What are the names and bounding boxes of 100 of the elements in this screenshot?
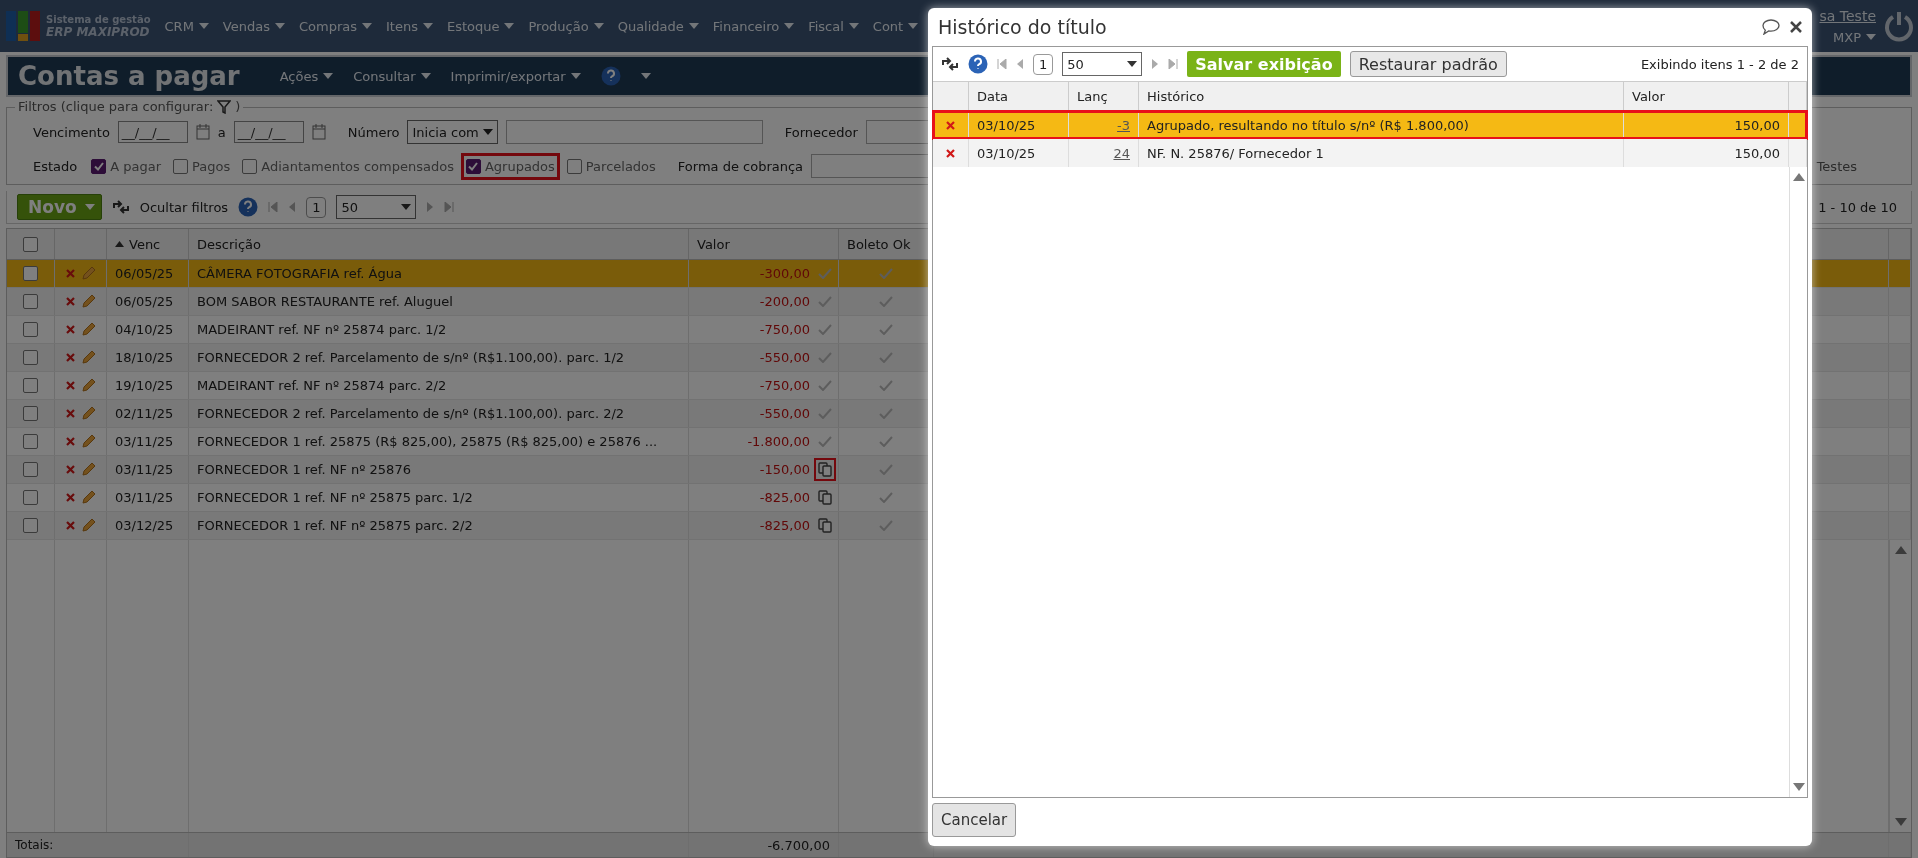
menu-item[interactable]: Fiscal (808, 18, 859, 34)
per-page-select[interactable]: 50 (1062, 52, 1143, 76)
sort-ascending-icon (115, 241, 124, 247)
table-cell: 03/11/25 (107, 456, 189, 483)
checkbox[interactable] (23, 518, 38, 533)
checkbox[interactable] (23, 434, 38, 449)
restore-default-button[interactable]: Restaurar padrão (1349, 51, 1507, 77)
checkbox[interactable] (566, 158, 582, 174)
save-view-button[interactable]: Salvar exibição (1187, 51, 1341, 77)
menu-item[interactable]: Financeiro (712, 18, 795, 34)
column-header[interactable]: Descrição (189, 229, 689, 259)
checkbox[interactable] (23, 350, 38, 365)
previous-page-icon[interactable] (288, 202, 297, 212)
delete-icon[interactable] (65, 353, 75, 362)
cancel-button[interactable]: Cancelar (932, 803, 1017, 837)
new-button[interactable]: Novo (17, 194, 102, 220)
last-page-icon[interactable] (444, 202, 455, 212)
pencil-icon[interactable] (80, 266, 96, 281)
delete-icon[interactable] (65, 493, 75, 502)
per-page-select[interactable]: 50 (336, 195, 417, 219)
checkbox[interactable] (23, 406, 38, 421)
next-page-icon[interactable] (1151, 59, 1160, 69)
number-mode-select[interactable]: Inicia com (407, 120, 498, 144)
menu-item[interactable]: Vendas (222, 18, 285, 34)
date-field[interactable]: __/__/__ (117, 121, 188, 143)
menu-item[interactable]: Compras (298, 18, 372, 34)
comment-icon[interactable] (1762, 19, 1780, 35)
previous-page-icon[interactable] (1016, 59, 1024, 69)
column-header[interactable]: Venc (107, 229, 189, 259)
pencil-icon[interactable] (80, 350, 96, 365)
checkbox[interactable] (23, 236, 38, 252)
pencil-icon[interactable] (80, 322, 96, 337)
number-field[interactable] (505, 120, 763, 144)
checkbox[interactable] (23, 462, 38, 477)
entry-link[interactable]: 24 (1113, 145, 1130, 161)
checkbox[interactable] (173, 158, 189, 174)
first-page-icon[interactable] (268, 202, 279, 212)
help-icon[interactable] (600, 66, 621, 86)
delete-icon[interactable] (946, 148, 955, 158)
page-menu-item[interactable]: Ações (279, 68, 334, 84)
delete-icon[interactable] (65, 465, 75, 474)
pencil-icon[interactable] (80, 294, 96, 309)
amount: -825,00 (759, 490, 810, 505)
menu-item[interactable]: Itens (386, 18, 433, 34)
power-icon[interactable] (1884, 10, 1914, 42)
checkbox[interactable] (23, 378, 38, 393)
help-icon[interactable] (238, 197, 259, 217)
first-page-icon[interactable] (997, 59, 1007, 69)
delete-icon[interactable] (65, 269, 75, 278)
checkbox[interactable] (91, 158, 107, 174)
page-menu-item[interactable]: Imprimir/exportar (450, 68, 581, 84)
filter-icon[interactable] (217, 99, 232, 114)
checkbox[interactable] (23, 294, 38, 309)
company-menu[interactable]: MXP (1833, 29, 1876, 45)
delete-icon[interactable] (65, 325, 75, 334)
copy-icon[interactable] (818, 490, 832, 505)
scroll-down-icon[interactable] (1792, 783, 1805, 791)
pencil-icon[interactable] (80, 434, 96, 449)
close-icon[interactable] (1790, 21, 1802, 33)
menu-item[interactable]: CRM (164, 18, 209, 34)
menu-item[interactable]: Estoque (446, 18, 515, 34)
pencil-icon[interactable] (80, 462, 96, 477)
column-header[interactable]: Valor (689, 229, 839, 259)
scroll-down-icon[interactable] (1894, 818, 1907, 826)
hide-filters-link[interactable]: Ocultar filtros (139, 199, 229, 215)
page-menu-item[interactable]: Consultar (353, 68, 431, 84)
page-field[interactable]: 1 (306, 196, 327, 218)
checkbox[interactable] (23, 266, 38, 281)
delete-icon[interactable] (65, 437, 75, 446)
calendar-icon[interactable] (195, 124, 210, 140)
scroll-up-icon[interactable] (1792, 173, 1805, 181)
delete-icon[interactable] (65, 521, 75, 530)
checkbox[interactable] (23, 322, 38, 337)
next-page-icon[interactable] (426, 202, 435, 212)
delete-icon[interactable] (65, 381, 75, 390)
page-field[interactable]: 1 (1033, 53, 1054, 75)
pencil-icon[interactable] (80, 406, 96, 421)
pencil-icon[interactable] (80, 378, 96, 393)
scroll-up-icon[interactable] (1894, 546, 1907, 554)
copy-icon[interactable] (818, 518, 832, 533)
pencil-icon[interactable] (80, 518, 96, 533)
menu-item[interactable]: Produção (528, 18, 604, 34)
copy-icon[interactable] (818, 462, 832, 477)
menu-item[interactable]: Qualidade (617, 18, 699, 34)
pencil-icon[interactable] (80, 490, 96, 505)
checkbox[interactable] (23, 490, 38, 505)
checkbox[interactable] (242, 158, 258, 174)
delete-icon[interactable] (65, 409, 75, 418)
user-link[interactable]: sa Teste (1819, 7, 1876, 24)
entry-link[interactable]: -3 (1117, 117, 1130, 133)
checkbox[interactable] (465, 158, 481, 174)
caret-icon (420, 73, 431, 79)
help-icon[interactable] (968, 54, 988, 74)
last-page-icon[interactable] (1168, 59, 1179, 69)
delete-icon[interactable] (65, 297, 75, 306)
date-field[interactable]: __/__/__ (233, 121, 304, 143)
calendar-icon[interactable] (311, 124, 326, 140)
delete-icon[interactable] (946, 120, 955, 130)
menu-item[interactable]: Cont (872, 18, 919, 34)
refresh-icon[interactable] (941, 56, 959, 72)
